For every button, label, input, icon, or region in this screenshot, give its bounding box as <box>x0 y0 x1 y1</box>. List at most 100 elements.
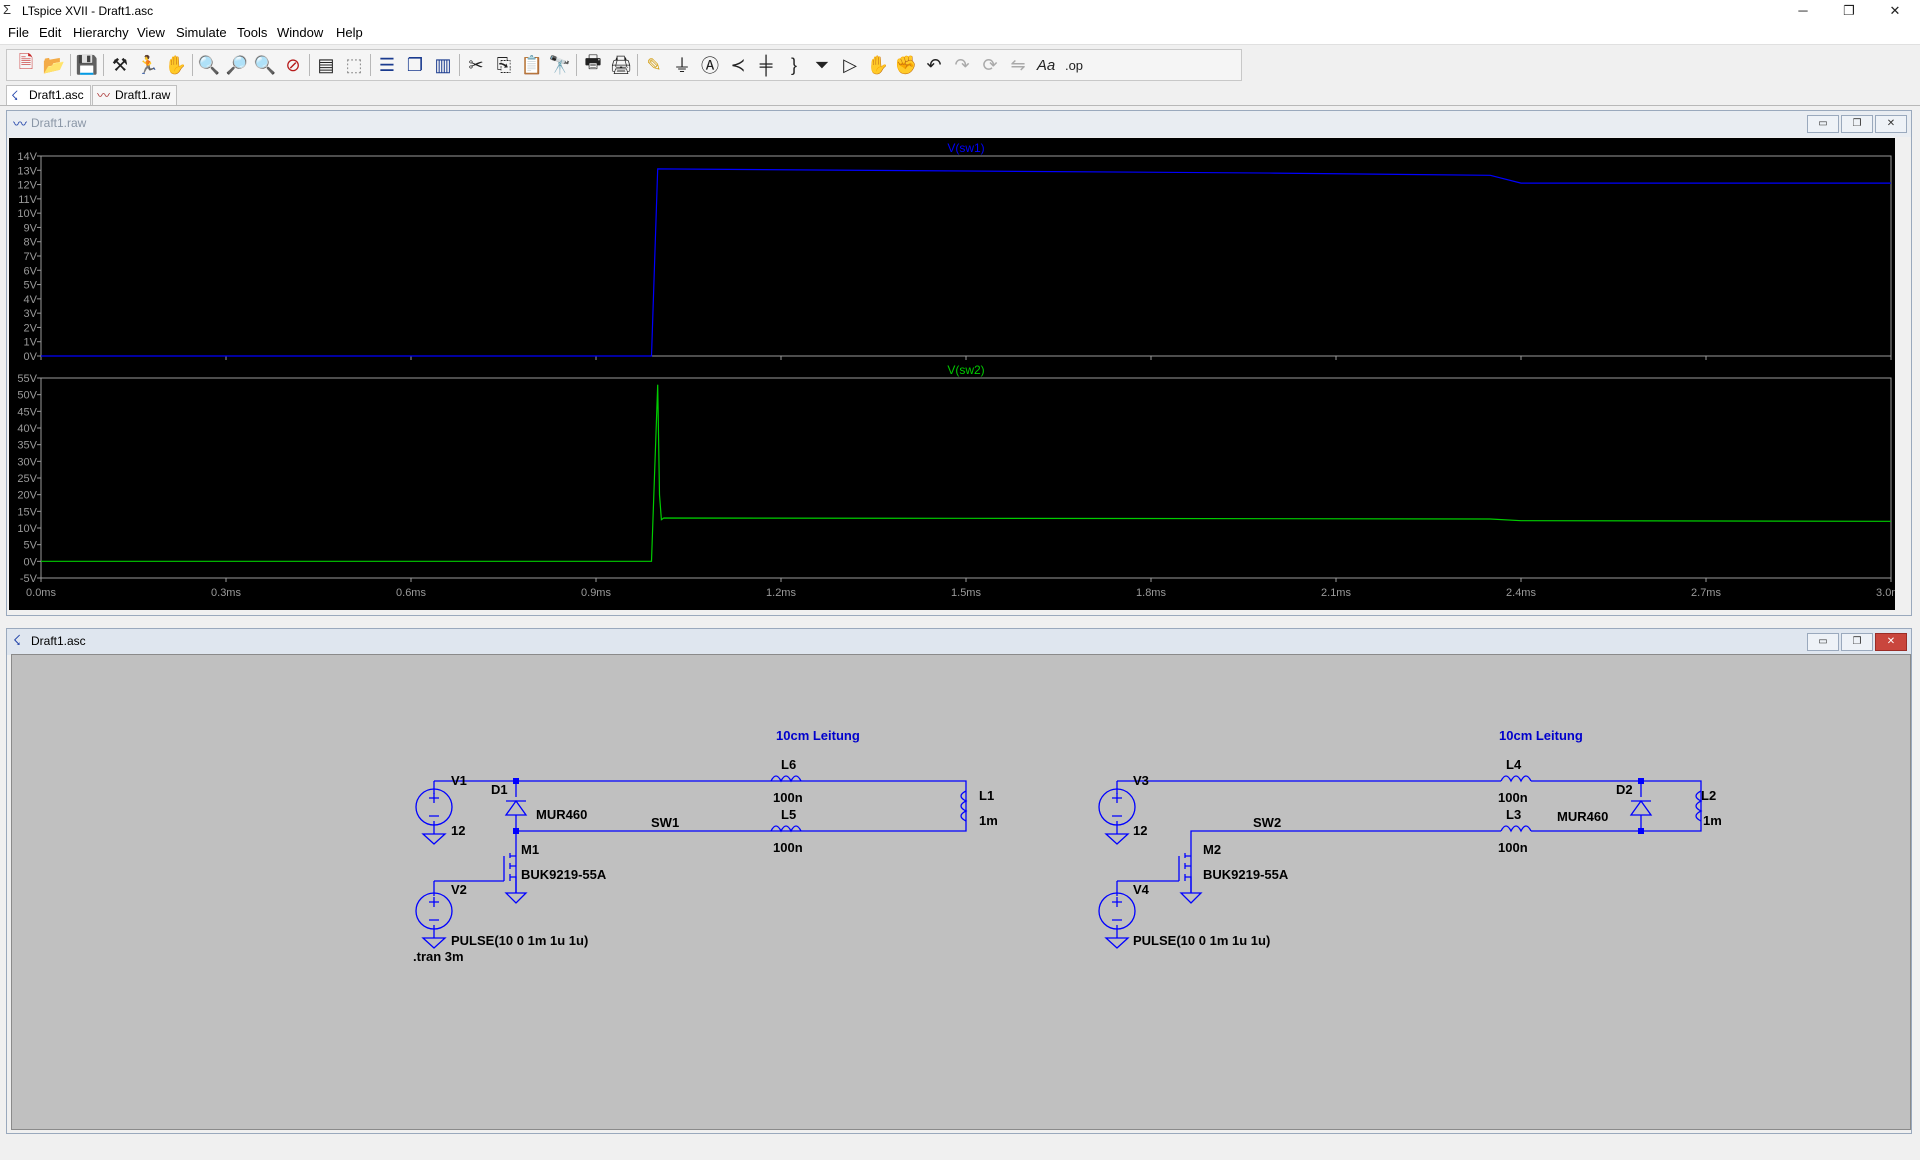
waveform-window-caption[interactable]: 〰 Draft1.raw ▭ ❐ ✕ <box>7 111 1911 137</box>
y-tick-label: 50V <box>17 390 37 402</box>
move-icon[interactable]: ✋ <box>865 53 891 77</box>
waveform-plot-area[interactable]: V(sw1) 14V 13V 12V 11V 10V 9V 8V 7V 6V 5V 4V 3V 2V 1V 0… <box>9 138 1906 610</box>
spice-directive-icon[interactable]: .op <box>1061 53 1087 77</box>
plot-frame <box>40 155 1892 357</box>
schematic-drawing: 10cm Leitung 10cm Leitung V1 12 V2 PULSE… <box>413 728 1722 964</box>
y-tick-label: 13V <box>17 165 37 177</box>
y-tick-label: 30V <box>17 456 37 468</box>
y-tick-label: 6V <box>24 265 38 277</box>
trace-vsw1 <box>41 168 1891 357</box>
schematic-canvas[interactable]: 10cm Leitung 10cm Leitung V1 12 V2 PULSE… <box>11 654 1911 1130</box>
l1-label: L1 <box>979 788 994 803</box>
menu-simulate[interactable]: Simulate <box>176 25 227 40</box>
inductor-icon[interactable]: } <box>781 53 807 77</box>
menu-edit[interactable]: Edit <box>39 25 61 40</box>
menu-hierarchy[interactable]: Hierarchy <box>73 25 129 40</box>
open-icon[interactable]: 📂 <box>41 53 67 77</box>
label-net-icon[interactable]: Ⓐ <box>697 53 723 77</box>
leitung-label-2: 10cm Leitung <box>1499 728 1583 743</box>
l3-label: L3 <box>1506 807 1521 822</box>
minimize-button[interactable]: ─ <box>1780 0 1826 22</box>
resistor-icon[interactable]: ≺ <box>725 53 751 77</box>
cascade-icon[interactable]: ❐ <box>402 53 428 77</box>
find-icon[interactable]: 🔭 <box>547 53 573 77</box>
l5-value: 100n <box>773 840 803 855</box>
sw1-label: SW1 <box>651 815 679 830</box>
y-tick-label: 1V <box>24 337 38 349</box>
control-panel-icon[interactable]: ⚒ <box>107 53 133 77</box>
status-bar <box>0 1140 1920 1160</box>
paste-icon[interactable]: 📋 <box>519 53 545 77</box>
copy-icon[interactable]: ⎘ <box>491 53 517 77</box>
schematic-window-caption[interactable]: ☇ Draft1.asc ▭ ❐ ✕ <box>7 629 1911 655</box>
waveform-chart: V(sw1) 14V 13V 12V 11V 10V 9V 8V 7V 6V 5V 4V 3V 2V 1V 0… <box>17 141 1906 599</box>
tile-horizontal-icon[interactable]: ☰ <box>374 53 400 77</box>
v2-value: PULSE(10 0 1m 1u 1u) <box>451 933 588 948</box>
waveform-close-button[interactable]: ✕ <box>1875 115 1907 133</box>
undo-icon[interactable]: ↶ <box>921 53 947 77</box>
close-button[interactable]: ✕ <box>1872 0 1918 22</box>
zoom-rect-icon[interactable]: 🔎 <box>224 53 250 77</box>
y-tick-label: 4V <box>24 294 38 306</box>
run-icon[interactable]: 🏃 <box>135 53 161 77</box>
y-tick-label: 12V <box>17 180 37 192</box>
redo-icon[interactable]: ↷ <box>949 53 975 77</box>
y-tick-label: 14V <box>17 151 37 163</box>
l3-value: 100n <box>1498 840 1528 855</box>
rotate-icon[interactable]: ⟳ <box>977 53 1003 77</box>
mirror-icon[interactable]: ⇋ <box>1005 53 1031 77</box>
cut-icon[interactable]: ✂ <box>463 53 489 77</box>
draw-wire-icon[interactable]: ✎ <box>641 53 667 77</box>
ground-icon[interactable]: ⏚ <box>669 53 695 77</box>
zoom-fit-icon[interactable]: ⊘ <box>280 53 306 77</box>
print-icon[interactable]: 🖶 <box>580 52 606 77</box>
zoom-out-icon[interactable]: 🔍 <box>252 53 278 77</box>
l5-label: L5 <box>781 807 796 822</box>
tab-draft1-raw[interactable]: 〰 Draft1.raw <box>92 85 178 105</box>
menu-window[interactable]: Window <box>277 25 323 40</box>
halt-icon[interactable]: ✋ <box>163 53 189 77</box>
v1-label: V1 <box>451 773 467 788</box>
y-tick-label: 15V <box>17 506 37 518</box>
y-tick-label: 5V <box>24 280 38 292</box>
toolbar: 🗎 📂 💾 ⚒ 🏃 ✋ 🔍 🔎 🔍 ⊘ ▤ ⬚ ☰ ❐ ▥ ✂ ⎘ 📋 🔭 🖶 … <box>0 44 1920 84</box>
v2-label: V2 <box>451 882 467 897</box>
y-tick-label: 10V <box>17 523 37 535</box>
component-icon[interactable]: ▷ <box>837 53 863 77</box>
v4-value: PULSE(10 0 1m 1u 1u) <box>1133 933 1270 948</box>
tab-draft1-asc[interactable]: ☇ Draft1.asc <box>6 85 91 105</box>
menu-bar: File Edit Hierarchy View Simulate Tools … <box>0 22 1920 44</box>
menu-tools[interactable]: Tools <box>237 25 267 40</box>
toolbar-group: 🗎 📂 💾 ⚒ 🏃 ✋ 🔍 🔎 🔍 ⊘ ▤ ⬚ ☰ ❐ ▥ ✂ ⎘ 📋 🔭 🖶 … <box>6 49 1242 81</box>
waveform-minimize-button[interactable]: ▭ <box>1807 115 1839 133</box>
restore-button[interactable]: ❐ <box>1826 0 1872 22</box>
m2-model: BUK9219-55A <box>1203 867 1289 882</box>
menu-help[interactable]: Help <box>336 25 363 40</box>
schematic-minimize-button[interactable]: ▭ <box>1807 633 1839 651</box>
trace-title: V(sw1) <box>947 141 984 155</box>
tab-label: Draft1.raw <box>115 88 171 102</box>
tile-vertical-icon[interactable]: ▥ <box>430 53 456 77</box>
new-schematic-icon[interactable]: 🗎 <box>13 52 39 77</box>
drag-box-icon[interactable]: ⬚ <box>341 53 367 77</box>
diode-icon[interactable]: ⏷ <box>809 53 835 77</box>
save-icon[interactable]: 💾 <box>74 53 100 77</box>
schematic-close-button[interactable]: ✕ <box>1875 633 1907 651</box>
capacitor-icon[interactable]: ╪ <box>753 53 779 77</box>
autorange-icon[interactable]: ▤ <box>313 53 339 77</box>
x-tick-label: 3.0ms <box>1876 587 1895 599</box>
schematic-icon: ☇ <box>11 88 19 103</box>
schematic-restore-button[interactable]: ❐ <box>1841 633 1873 651</box>
drag-icon[interactable]: ✊ <box>893 53 919 77</box>
print-setup-icon[interactable]: 🖨 <box>608 53 634 77</box>
d2-label: D2 <box>1616 782 1633 797</box>
x-tick-label: 2.7ms <box>1691 587 1721 599</box>
menu-file[interactable]: File <box>8 25 29 40</box>
text-icon[interactable]: Aa <box>1033 53 1059 77</box>
y-tick-label: 55V <box>17 373 37 385</box>
menu-view[interactable]: View <box>137 25 165 40</box>
waveform-restore-button[interactable]: ❐ <box>1841 115 1873 133</box>
v3-label: V3 <box>1133 773 1149 788</box>
tab-label: Draft1.asc <box>29 88 84 102</box>
zoom-in-icon[interactable]: 🔍 <box>196 53 222 77</box>
